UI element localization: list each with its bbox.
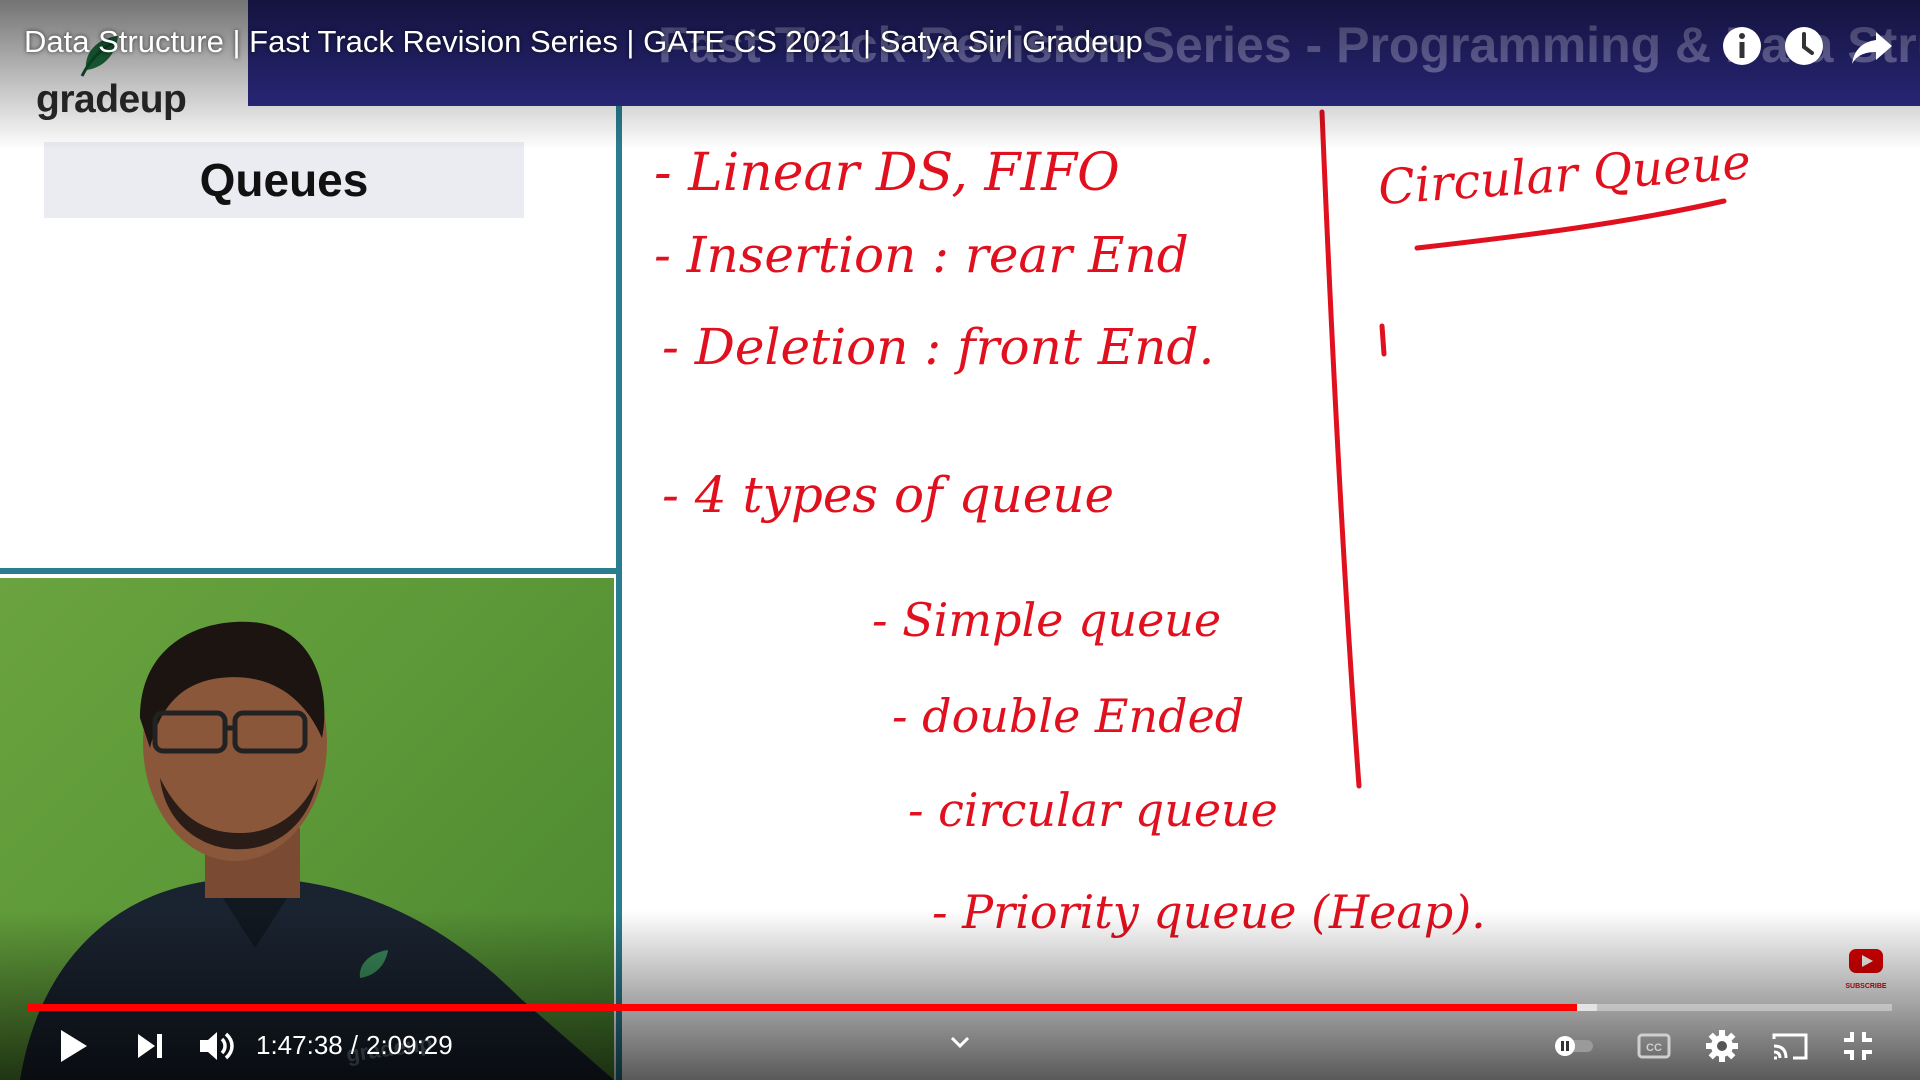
whiteboard-line: - Simple queue <box>872 593 1221 647</box>
slide-divider-horizontal <box>0 568 622 574</box>
whiteboard-line: - 4 types of queue <box>662 466 1114 524</box>
exit-fullscreen-icon <box>1844 1032 1872 1060</box>
whiteboard-heading: Circular Queue <box>1376 134 1752 216</box>
clock-icon[interactable] <box>1780 22 1828 70</box>
progress-bar[interactable] <box>28 1004 1892 1011</box>
whiteboard-line: - Priority queue (Heap). <box>932 885 1486 939</box>
settings-button[interactable] <box>1700 1026 1744 1066</box>
chevron-down-icon <box>950 1036 970 1049</box>
subscribe-label: SUBSCRIBE <box>1845 983 1887 990</box>
captions-icon: CC <box>1637 1033 1671 1059</box>
gradeup-logo: gradeup <box>0 0 248 122</box>
youtube-logo-icon <box>1849 949 1883 973</box>
autoplay-toggle-icon <box>1555 1036 1593 1056</box>
topic-title: Queues <box>199 154 369 206</box>
volume-button[interactable] <box>194 1024 240 1068</box>
video-player[interactable]: Fast Track Revision Series - Programming… <box>0 0 1920 1080</box>
exit-fullscreen-button[interactable] <box>1836 1026 1880 1066</box>
gear-icon <box>1706 1030 1738 1062</box>
cast-button[interactable] <box>1766 1026 1814 1066</box>
time-separator: / <box>350 1030 358 1060</box>
whiteboard-line: - Linear DS, FIFO <box>654 143 1120 203</box>
play-button[interactable] <box>52 1024 96 1068</box>
captions-button[interactable]: CC <box>1632 1028 1676 1064</box>
subscribe-watermark[interactable]: SUBSCRIBE <box>1842 942 1890 992</box>
time-display: 1:47:38/2:09:29 <box>256 1030 453 1061</box>
whiteboard-line: - circular queue <box>908 783 1278 837</box>
topic-box: Queues <box>44 142 524 218</box>
svg-text:CC: CC <box>1646 1042 1662 1054</box>
duration: 2:09:29 <box>365 1030 453 1060</box>
volume-icon <box>200 1032 234 1060</box>
video-title[interactable]: Data Structure | Fast Track Revision Ser… <box>24 24 1143 60</box>
next-icon <box>138 1034 162 1058</box>
whiteboard: - Linear DS, FIFO - Insertion : rear End -… <box>654 109 1752 939</box>
progress-played <box>28 1004 1578 1011</box>
whiteboard-line: - Insertion : rear End <box>654 226 1189 284</box>
whiteboard-line: - Deletion : front End. <box>662 318 1214 376</box>
autoplay-toggle[interactable] <box>1550 1030 1596 1062</box>
expand-button[interactable] <box>940 1030 980 1054</box>
current-time: 1:47:38 <box>256 1030 343 1060</box>
whiteboard-line: - double Ended <box>892 689 1244 743</box>
whiteboard-divider <box>1319 109 1362 789</box>
cast-icon <box>1772 1033 1808 1060</box>
ink-tick <box>1379 323 1387 357</box>
info-icon[interactable] <box>1718 22 1766 70</box>
logo-text: gradeup <box>36 78 187 121</box>
play-icon <box>61 1030 87 1062</box>
share-icon[interactable] <box>1848 22 1896 70</box>
next-button[interactable] <box>128 1024 172 1068</box>
